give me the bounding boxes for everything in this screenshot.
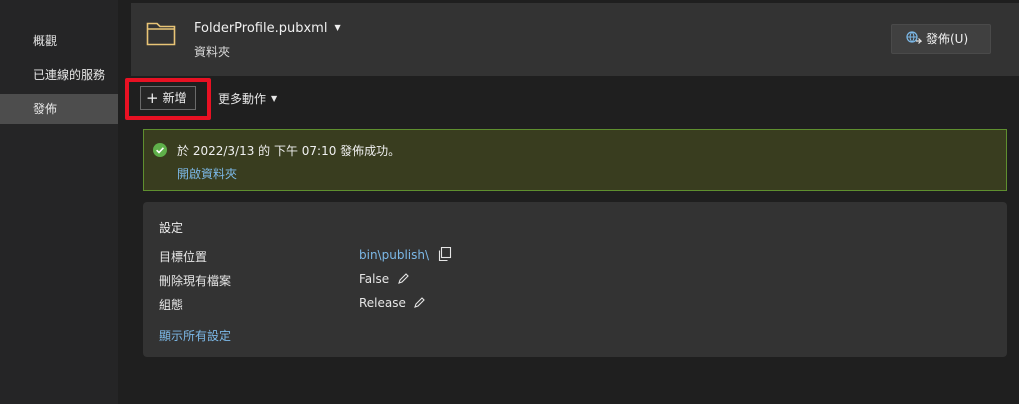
profile-type: 資料夾 — [194, 45, 231, 59]
main-panel: FolderProfile.pubxml ▼ 資料夾 發佈(U) + 新增 更多動作… — [120, 0, 1019, 404]
chevron-down-icon: ▼ — [271, 94, 278, 103]
setting-value-target-location[interactable]: bin\publish\ — [359, 248, 429, 262]
success-message: 於 2022/3/13 的 下午 07:10 發佈成功。 — [177, 144, 401, 158]
success-notification: 於 2022/3/13 的 下午 07:10 發佈成功。 開啟資料夾 — [143, 129, 1007, 191]
chevron-down-icon: ▼ — [334, 23, 341, 32]
open-folder-link[interactable]: 開啟資料夾 — [177, 165, 237, 182]
sidebar-item-publish[interactable]: 發佈 — [0, 94, 118, 124]
copy-icon[interactable] — [437, 247, 452, 262]
publish-button-label: 發佈(U) — [926, 32, 969, 46]
profile-name: FolderProfile.pubxml — [194, 21, 328, 36]
sidebar-item-overview[interactable]: 概觀 — [0, 26, 118, 56]
add-button-label: 新增 — [162, 91, 187, 105]
sidebar: 概觀 已連線的服務 發佈 — [0, 0, 120, 404]
more-actions-menu[interactable]: 更多動作 ▼ — [218, 90, 277, 107]
settings-card: 設定 目標位置 bin\publish\ 刪除現有檔案 False 組態 Rel… — [143, 202, 1007, 357]
show-all-settings-link[interactable]: 顯示所有設定 — [159, 327, 231, 344]
globe-publish-icon — [906, 31, 922, 44]
setting-label-target-location: 目標位置 — [159, 250, 208, 264]
setting-value-delete-existing: False — [359, 272, 390, 286]
profile-selector[interactable]: FolderProfile.pubxml ▼ — [194, 21, 341, 36]
add-button[interactable]: + 新增 — [140, 86, 196, 110]
header-top-strip — [131, 0, 1019, 3]
check-circle-icon — [153, 143, 167, 157]
profile-header: FolderProfile.pubxml ▼ 資料夾 發佈(U) — [131, 0, 1019, 76]
publish-button[interactable]: 發佈(U) — [891, 24, 991, 54]
pencil-icon[interactable] — [413, 296, 426, 309]
plus-icon: + — [146, 89, 159, 107]
sidebar-item-connected-services[interactable]: 已連線的服務 — [0, 60, 118, 90]
more-actions-label: 更多動作 — [218, 92, 267, 106]
folder-icon — [146, 22, 176, 46]
setting-label-delete-existing: 刪除現有檔案 — [159, 274, 232, 288]
pencil-icon[interactable] — [397, 272, 410, 285]
setting-value-configuration: Release — [359, 296, 406, 310]
setting-label-configuration: 組態 — [159, 298, 184, 312]
settings-title: 設定 — [159, 221, 184, 235]
